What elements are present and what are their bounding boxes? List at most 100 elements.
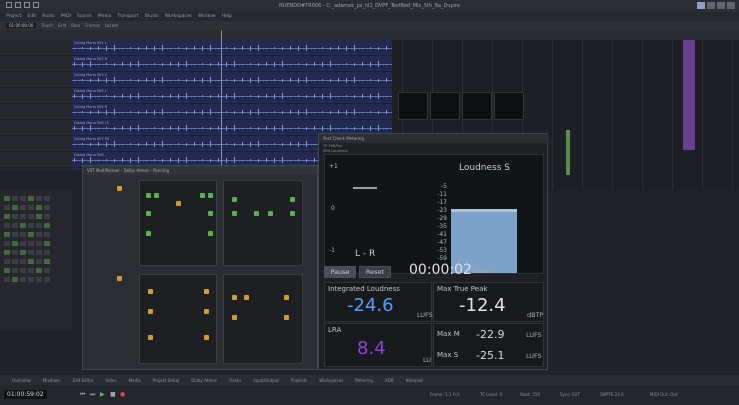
layout-icon[interactable] [697, 2, 705, 9]
track-controls-row[interactable] [4, 214, 68, 221]
track-controls-row[interactable] [4, 196, 68, 203]
lane-label: Dialog Mono 003 C [74, 73, 108, 77]
waveform-segment [242, 127, 243, 129]
toolbar-timecode[interactable]: 01:00:00:00 [6, 23, 37, 28]
menu-item-studio[interactable]: Studio [145, 14, 159, 19]
track-controls-row[interactable] [4, 259, 68, 266]
waveform-segment [162, 94, 163, 98]
menu-item-transport[interactable]: Transport [117, 14, 138, 19]
audio-lane[interactable]: Dialog Mono 002 R [72, 56, 392, 72]
waveform-segment [338, 46, 339, 50]
stop-icon[interactable]: ■ [110, 391, 116, 398]
track-list [0, 40, 72, 170]
panner-view-top[interactable] [139, 180, 217, 266]
track-header[interactable] [0, 104, 72, 120]
reset-button[interactable]: Reset [359, 266, 391, 278]
minimize-button[interactable] [707, 2, 715, 9]
toolbar-item-grid[interactable]: Grid [58, 23, 66, 28]
track-header[interactable] [0, 120, 72, 136]
pause-button[interactable]: Pause [324, 266, 356, 278]
menu-item-workspaces[interactable]: Workspaces [165, 14, 192, 19]
zone-tab[interactable]: Overview [12, 378, 31, 383]
menu-item-window[interactable]: Window [198, 14, 216, 19]
loudness-sub-1[interactable]: TP 3dB/Fen [323, 144, 343, 148]
menu-item-help[interactable]: Help [222, 14, 232, 19]
track-header[interactable] [0, 136, 72, 152]
zone-tab[interactable]: ADR [385, 378, 394, 383]
zone-tab[interactable]: Edit Editor [73, 378, 94, 383]
record-icon[interactable]: ● [120, 391, 125, 398]
lra-label: LRA [328, 326, 342, 334]
waveform-segment [306, 62, 307, 66]
zone-tab[interactable]: Video [105, 378, 116, 383]
track-header[interactable] [0, 72, 72, 88]
playhead-cursor[interactable] [221, 30, 222, 170]
forward-icon[interactable]: ⏭ [90, 391, 95, 399]
track-controls-row[interactable] [4, 223, 68, 230]
waveform-segment [170, 47, 171, 49]
zone-tab[interactable]: Media [129, 378, 141, 383]
zone-tab[interactable]: Notepad [406, 378, 423, 383]
track-header[interactable] [0, 88, 72, 104]
panner-view-front[interactable] [223, 180, 303, 266]
zone-tab[interactable]: Tracks [229, 378, 242, 383]
waveform-segment [330, 78, 331, 82]
waveform-segment [386, 95, 387, 97]
menu-item-edit[interactable]: Edit [27, 14, 36, 19]
zone-tab[interactable]: Metering [355, 378, 373, 383]
waveform-segment [378, 61, 379, 67]
lane-label: Dialog Mono 001 L [74, 41, 107, 45]
mixer-insert-slots[interactable] [398, 92, 528, 122]
track-controls-row[interactable] [4, 277, 68, 284]
zone-tab[interactable]: Mixdown [43, 378, 61, 383]
menu-item-project[interactable]: Project [6, 14, 21, 19]
max-true-peak-label: Max True Peak [437, 285, 488, 293]
loudness-sub-2[interactable]: EBU Loudness [323, 149, 348, 153]
audio-lane[interactable]: Dialog Mono 001 L [72, 40, 392, 56]
zone-tab[interactable]: Project Setup [153, 378, 180, 383]
rewind-icon[interactable]: ⏮ [80, 391, 85, 399]
toolbar-item-frames[interactable]: Frames [85, 23, 100, 28]
track-header[interactable] [0, 40, 72, 56]
track-header[interactable] [0, 56, 72, 72]
timeline-ruler[interactable] [0, 30, 739, 40]
menu-item-midi[interactable]: MIDI [61, 14, 71, 19]
menu-item-media[interactable]: Media [98, 14, 112, 19]
waveform-segment [162, 158, 163, 162]
selected-channel-strip[interactable] [683, 40, 695, 150]
waveform-segment [290, 159, 291, 161]
zone-tab[interactable]: Dolby Atmos [191, 378, 216, 383]
audio-lane[interactable]: Dialog Mono 005 R [72, 104, 392, 120]
waveform-segment [162, 62, 163, 66]
toolbar-item-bars[interactable]: Bars [71, 23, 80, 28]
menu-item-scores[interactable]: Scores [77, 14, 92, 19]
waveform-segment [82, 111, 83, 113]
audio-lane[interactable]: Dialog Mono 003 C [72, 72, 392, 88]
window-controls[interactable] [697, 2, 735, 9]
panner-view-side[interactable] [139, 274, 217, 364]
waveform-segment [338, 127, 339, 129]
waveform-segment [138, 157, 139, 163]
zone-tab[interactable]: Input/Output [253, 378, 279, 383]
waveform-segment [114, 77, 115, 83]
audio-lane[interactable]: Dialog Mono 004 L [72, 88, 392, 104]
track-controls-row[interactable] [4, 232, 68, 239]
close-button[interactable] [727, 2, 735, 9]
track-controls-row[interactable] [4, 205, 68, 212]
panner-view-rear[interactable] [223, 274, 303, 364]
waveform-segment [226, 47, 227, 49]
track-controls-row[interactable] [4, 268, 68, 275]
waveform-segment [226, 111, 227, 113]
track-header[interactable] [0, 152, 72, 168]
toolbar-item-locate[interactable]: Locate [105, 23, 118, 28]
track-controls-row[interactable] [4, 241, 68, 248]
transport-timecode[interactable]: 01:00:59:02 [4, 390, 47, 399]
menu-item-audio[interactable]: Audio [42, 14, 55, 19]
zone-tab[interactable]: Workspaces [319, 378, 343, 383]
track-controls-row[interactable] [4, 250, 68, 257]
play-icon[interactable]: ▶ [100, 391, 105, 398]
zone-tab[interactable]: Playlists [291, 378, 307, 383]
maximize-button[interactable] [717, 2, 725, 9]
toolbar-item-touch[interactable]: Touch [41, 23, 52, 28]
waveform-segment [178, 79, 179, 81]
